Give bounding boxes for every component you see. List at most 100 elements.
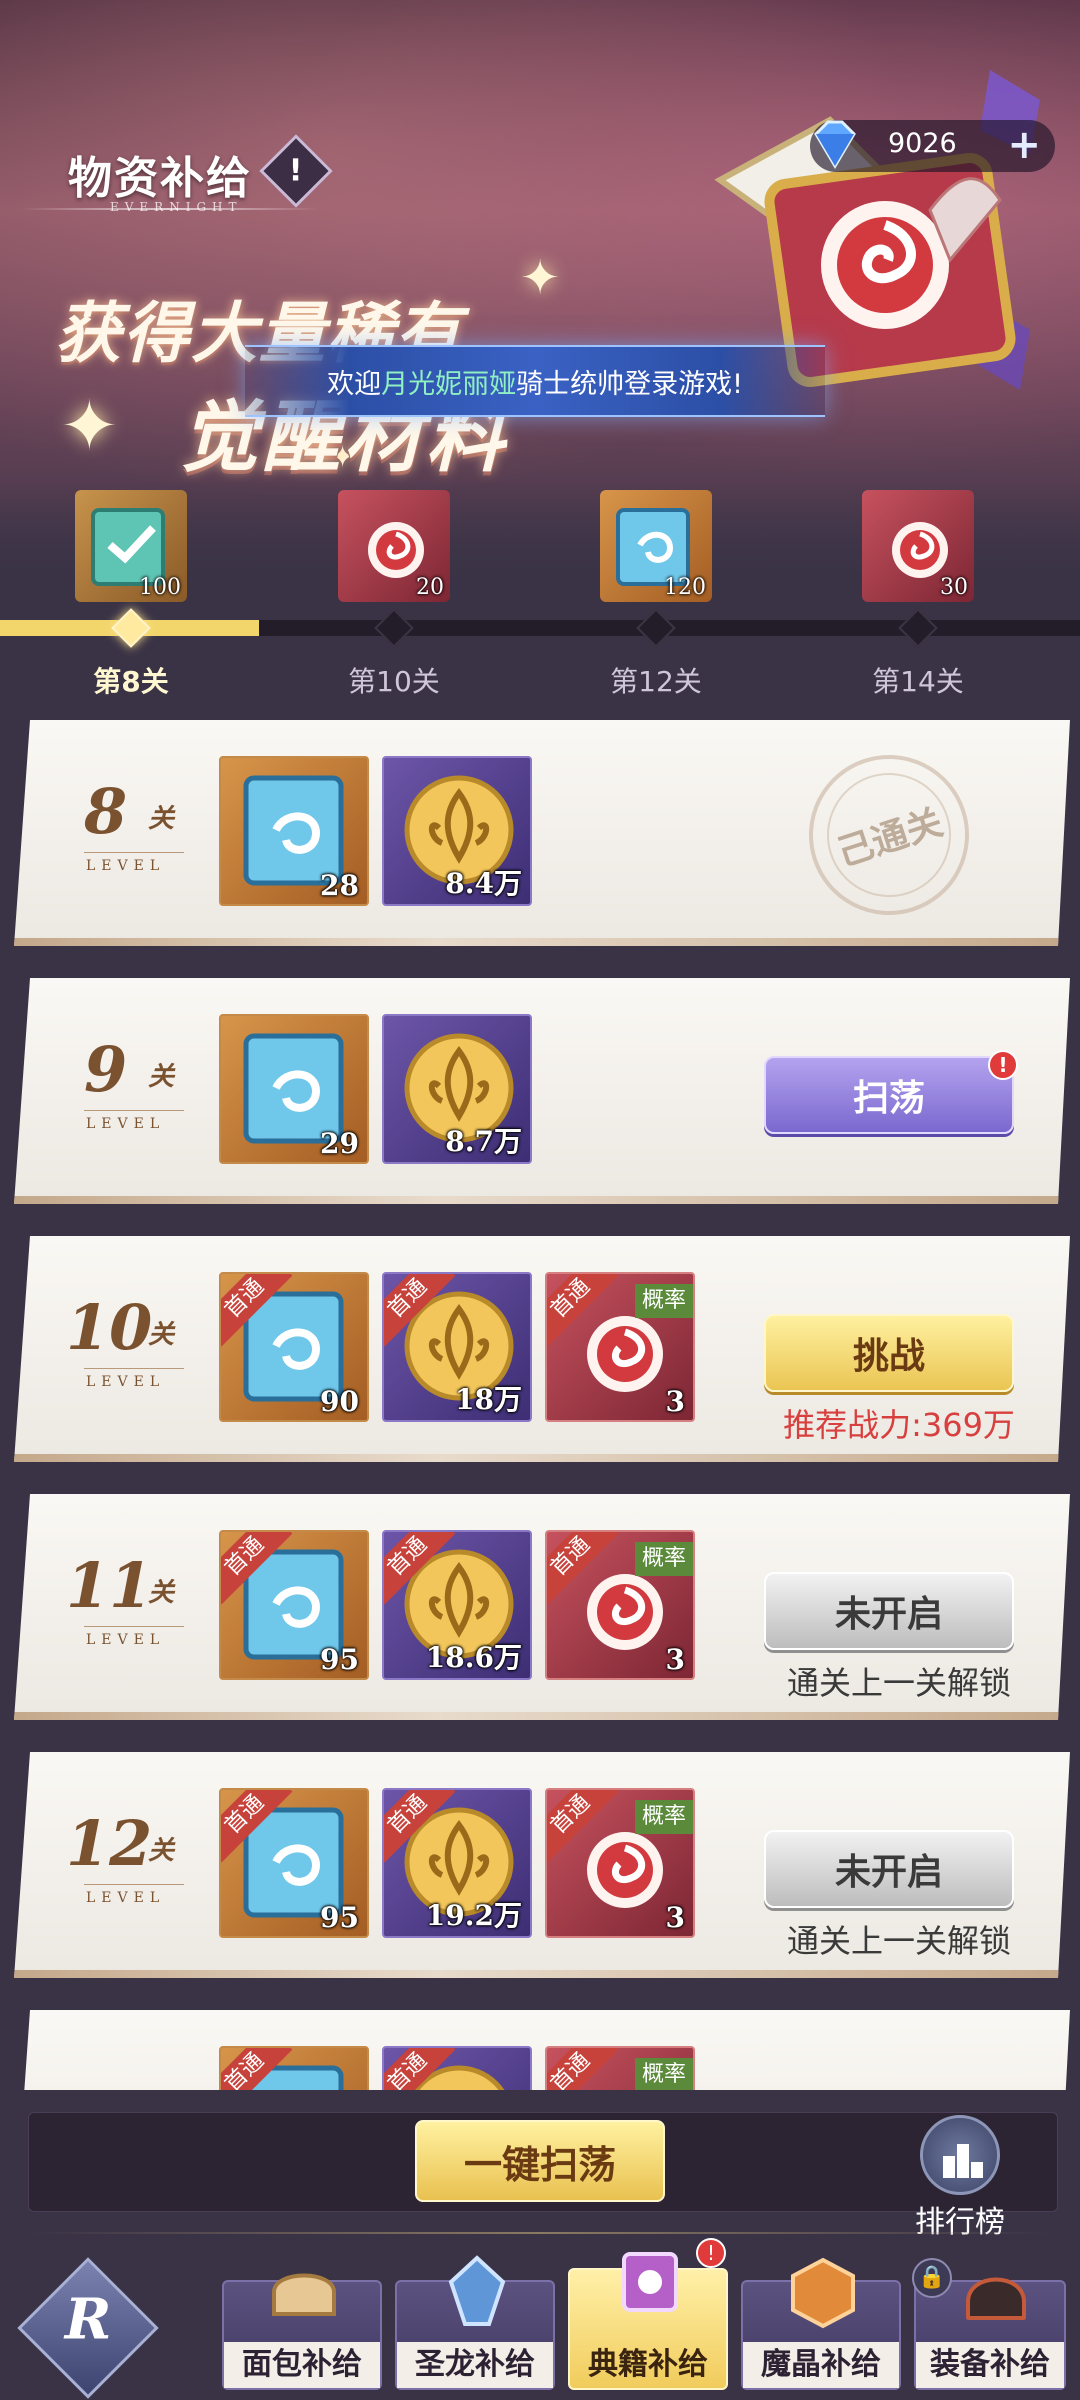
stage-divider	[84, 1626, 184, 1627]
recommended-power: 推荐战力:369万	[783, 1406, 1015, 1444]
reward-count: 100	[139, 575, 181, 600]
page-title: 物资补给	[68, 153, 252, 204]
locked-button[interactable]: 未开启	[764, 1572, 1014, 1650]
unlock-hint: 通关上一关解锁	[786, 1922, 1011, 1960]
item-count: 8.7万	[445, 1125, 522, 1158]
milestone-reward-2[interactable]: 20	[338, 490, 450, 602]
reward-item-tome[interactable]: 首通 概率 3	[545, 1530, 695, 1680]
reward-item-book[interactable]: 首通 95	[219, 1530, 369, 1680]
currency-display: 9026 +	[810, 120, 1055, 172]
tab-bread-supply[interactable]: 面包补给	[222, 2273, 382, 2390]
diamond-icon	[814, 120, 856, 169]
reward-item-coin[interactable]: 首通 18万	[382, 1272, 532, 1422]
stage-card: 11 关 LEVEL 首通 95 首通 18.6万 首通 概率 3 未开启 通关…	[14, 1494, 1070, 1720]
player-name: 月光妮丽娅	[381, 368, 517, 400]
stage-number: 8	[84, 775, 128, 848]
stage-number: 11	[66, 1549, 153, 1622]
milestone-reward-1[interactable]: 100	[75, 490, 187, 602]
item-count: 29	[320, 1127, 359, 1160]
challenge-label: 挑战	[852, 1336, 925, 1377]
exclamation-icon: !	[289, 153, 303, 189]
magic-cube-icon	[791, 2257, 855, 2329]
tab-label: 魔晶补给	[743, 2342, 899, 2388]
item-count: 3	[665, 1385, 685, 1418]
stage-list[interactable]: 8 关 LEVEL 28 8.4万 己通关 9 关 LEVEL 29 8.7万 …	[0, 718, 1080, 2090]
probability-tag: 概率	[635, 1542, 693, 1576]
tab-equipment-supply[interactable]: 🔒 装备补给	[912, 2258, 1066, 2390]
item-count: 90	[320, 1385, 359, 1418]
tab-dragon-supply[interactable]: 圣龙补给	[395, 2255, 555, 2390]
stage-divider	[84, 1368, 184, 1369]
reward-item-book[interactable]: 首通 95	[219, 1788, 369, 1938]
bottom-nav: R 面包补给 圣龙补给 ! 典籍补给 魔晶补给 🔒 装备补给	[0, 2238, 1080, 2400]
ranking-button[interactable]: 排行榜	[905, 2115, 1015, 2240]
reward-item-book[interactable]: 29	[219, 1014, 369, 1164]
locked-label: 未开启	[834, 1852, 943, 1893]
locked-label: 未开启	[834, 1594, 943, 1635]
page-subtitle: EVERNIGHT	[110, 200, 243, 214]
logo-letter: R	[64, 2286, 112, 2353]
nav-divider	[30, 2232, 1050, 2234]
item-count: 3	[665, 1643, 685, 1676]
milestone-node	[636, 608, 676, 648]
reward-item-coin[interactable]: 首通	[382, 2046, 532, 2090]
reward-count: 20	[416, 575, 444, 600]
lock-icon: 🔒	[912, 2258, 952, 2298]
stage-card: 12 关 LEVEL 首通 95 首通 19.2万 首通 概率 3 未开启 通关…	[14, 1752, 1070, 1978]
stage-suffix: 关	[148, 1320, 175, 1350]
tab-tome-supply[interactable]: ! 典籍补给	[568, 2238, 728, 2390]
tab-label: 装备补给	[916, 2342, 1064, 2388]
dragon-crystal-icon	[448, 2255, 506, 2326]
sweep-button[interactable]: 扫荡 !	[764, 1056, 1014, 1134]
item-count: 3	[665, 1901, 685, 1934]
reward-item-coin[interactable]: 8.4万	[382, 756, 532, 906]
reward-item-tome[interactable]: 首通 概率 3	[545, 1788, 695, 1938]
reward-item-tome[interactable]: 首通 概率 3	[545, 1272, 695, 1422]
stage-number: 10	[66, 1291, 153, 1364]
milestone-node	[374, 608, 414, 648]
reward-item-tome[interactable]: 首通 概率	[545, 2046, 695, 2090]
helmet-icon	[966, 2277, 1026, 2320]
challenge-button[interactable]: 挑战	[764, 1314, 1014, 1392]
probability-tag: 概率	[635, 2058, 693, 2090]
item-count: 95	[320, 1643, 359, 1676]
milestone-reward-3[interactable]: 120	[600, 490, 712, 602]
reward-item-book[interactable]: 28	[219, 756, 369, 906]
stage-number: 9	[84, 1033, 128, 1106]
item-count: 19.2万	[425, 1899, 522, 1932]
tab-magic-crystal-supply[interactable]: 魔晶补给	[741, 2257, 901, 2390]
item-count: 18万	[455, 1383, 522, 1416]
stage-divider	[84, 852, 184, 853]
reward-item-coin[interactable]: 首通 18.6万	[382, 1530, 532, 1680]
reward-item-coin[interactable]: 8.7万	[382, 1014, 532, 1164]
tab-label: 典籍补给	[588, 2347, 708, 2382]
stage-suffix: 关	[148, 1062, 175, 1092]
one-click-sweep-button[interactable]: 一键扫荡	[415, 2120, 665, 2202]
stage-level-caption: LEVEL	[86, 1632, 166, 1648]
reward-item-book[interactable]: 首通 90	[219, 1272, 369, 1422]
add-currency-button[interactable]: +	[1007, 122, 1041, 168]
reward-item-coin[interactable]: 首通 19.2万	[382, 1788, 532, 1938]
reward-item-book[interactable]: 首通	[219, 2046, 369, 2090]
home-logo-button[interactable]: R	[17, 2257, 159, 2399]
milestone-label: 第10关	[348, 665, 440, 698]
probability-tag: 概率	[635, 1284, 693, 1318]
locked-button[interactable]: 未开启	[764, 1830, 1014, 1908]
item-count: 95	[320, 1901, 359, 1934]
milestone-node	[898, 608, 938, 648]
alert-badge-icon: !	[988, 1050, 1018, 1080]
stage-number: 12	[66, 1807, 153, 1880]
milestone-reward-4[interactable]: 30	[862, 490, 974, 602]
stage-card: 8 关 LEVEL 28 8.4万 己通关	[14, 720, 1070, 946]
cleared-stamp: 己通关	[788, 734, 990, 936]
stage-level-caption: LEVEL	[86, 1890, 166, 1906]
reward-count: 120	[664, 575, 706, 600]
item-count: 18.6万	[425, 1641, 522, 1674]
unlock-hint: 通关上一关解锁	[786, 1664, 1011, 1702]
milestone-label: 第8关	[93, 665, 169, 698]
stage-level-caption: LEVEL	[86, 1374, 166, 1390]
stage-card: 9 关 LEVEL 29 8.7万 扫荡 !	[14, 978, 1070, 1204]
stage-card: 首通 首通 首通 概率	[14, 2010, 1070, 2090]
cleared-label: 己通关	[832, 802, 948, 875]
stage-level-caption: LEVEL	[86, 858, 166, 874]
